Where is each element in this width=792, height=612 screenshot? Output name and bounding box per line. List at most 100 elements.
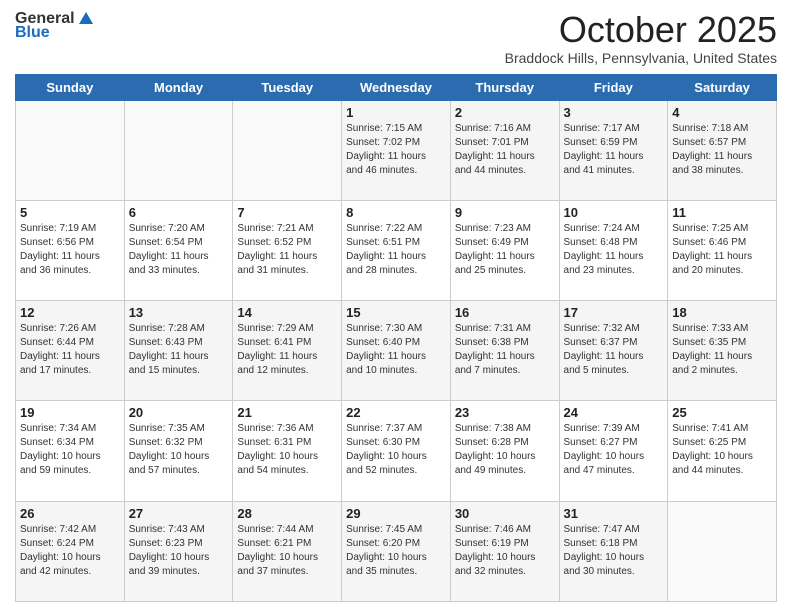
day-number: 9 — [455, 205, 555, 220]
day-info: Sunrise: 7:33 AMSunset: 6:35 PMDaylight:… — [672, 322, 772, 378]
day-info: Sunrise: 7:22 AMSunset: 6:51 PMDaylight:… — [346, 222, 446, 278]
calendar-week-row: 19Sunrise: 7:34 AMSunset: 6:34 PMDayligh… — [16, 401, 777, 501]
calendar-cell: 11Sunrise: 7:25 AMSunset: 6:46 PMDayligh… — [668, 200, 777, 300]
calendar-cell: 19Sunrise: 7:34 AMSunset: 6:34 PMDayligh… — [16, 401, 125, 501]
calendar-cell: 1 Sunrise: 7:15 AMSunset: 7:02 PMDaylight… — [342, 100, 451, 200]
day-number: 27 — [129, 506, 229, 521]
title-section: October 2025 Braddock Hills, Pennsylvani… — [505, 10, 777, 66]
calendar-header-row: SundayMondayTuesdayWednesdayThursdayFrid… — [16, 74, 777, 100]
calendar-cell: 20 Sunrise: 7:35 AMSunset: 6:32 PMDayligh… — [124, 401, 233, 501]
day-info: Sunrise: 7:46 AMSunset: 6:19 PMDaylight:… — [455, 523, 555, 579]
day-info: Sunrise: 7:24 AMSunset: 6:48 PMDaylight:… — [564, 222, 664, 278]
day-number: 29 — [346, 506, 446, 521]
day-info: Sunrise: 7:47 AMSunset: 6:18 PMDaylight:… — [564, 523, 664, 579]
calendar-cell: 26Sunrise: 7:42 AMSunset: 6:24 PMDayligh… — [16, 501, 125, 601]
day-info: Sunrise: 7:38 AMSunset: 6:28 PMDaylight:… — [455, 422, 555, 478]
calendar-cell: 7Sunrise: 7:21 AMSunset: 6:52 PMDaylight… — [233, 200, 342, 300]
day-info: Sunrise: 7:43 AMSunset: 6:23 PMDaylight:… — [129, 523, 229, 579]
day-number: 2 — [455, 105, 555, 120]
day-header-wednesday: Wednesday — [342, 74, 451, 100]
day-info: Sunrise: 7:32 AMSunset: 6:37 PMDaylight:… — [564, 322, 664, 378]
day-number: 7 — [237, 205, 337, 220]
calendar-cell: 9 Sunrise: 7:23 AMSunset: 6:49 PMDaylight… — [450, 200, 559, 300]
day-number: 28 — [237, 506, 337, 521]
calendar-cell — [668, 501, 777, 601]
day-info: Sunrise: 7:45 AMSunset: 6:20 PMDaylight:… — [346, 523, 446, 579]
day-number: 19 — [20, 405, 120, 420]
day-number: 15 — [346, 305, 446, 320]
calendar-cell: 28 Sunrise: 7:44 AMSunset: 6:21 PMDayligh… — [233, 501, 342, 601]
day-info: Sunrise: 7:23 AMSunset: 6:49 PMDaylight:… — [455, 222, 555, 278]
day-number: 8 — [346, 205, 446, 220]
day-number: 20 — [129, 405, 229, 420]
day-number: 23 — [455, 405, 555, 420]
calendar-cell: 2 Sunrise: 7:16 AMSunset: 7:01 PMDaylight… — [450, 100, 559, 200]
day-number: 30 — [455, 506, 555, 521]
calendar-cell: 15 Sunrise: 7:30 AMSunset: 6:40 PMDayligh… — [342, 301, 451, 401]
day-info: Sunrise: 7:18 AMSunset: 6:57 PMDaylight:… — [672, 122, 772, 178]
day-number: 17 — [564, 305, 664, 320]
day-info: Sunrise: 7:37 AMSunset: 6:30 PMDaylight:… — [346, 422, 446, 478]
day-number: 5 — [20, 205, 120, 220]
calendar-cell: 22 Sunrise: 7:37 AMSunset: 6:30 PMDayligh… — [342, 401, 451, 501]
day-number: 3 — [564, 105, 664, 120]
calendar-cell: 21Sunrise: 7:36 AMSunset: 6:31 PMDayligh… — [233, 401, 342, 501]
calendar-cell: 6Sunrise: 7:20 AMSunset: 6:54 PMDaylight… — [124, 200, 233, 300]
day-number: 18 — [672, 305, 772, 320]
day-info: Sunrise: 7:28 AMSunset: 6:43 PMDaylight:… — [129, 322, 229, 378]
day-number: 21 — [237, 405, 337, 420]
day-number: 12 — [20, 305, 120, 320]
day-number: 6 — [129, 205, 229, 220]
day-info: Sunrise: 7:31 AMSunset: 6:38 PMDaylight:… — [455, 322, 555, 378]
calendar-week-row: 1 Sunrise: 7:15 AMSunset: 7:02 PMDaylight… — [16, 100, 777, 200]
day-number: 10 — [564, 205, 664, 220]
day-info: Sunrise: 7:17 AMSunset: 6:59 PMDaylight:… — [564, 122, 664, 178]
day-number: 16 — [455, 305, 555, 320]
calendar-cell: 10 Sunrise: 7:24 AMSunset: 6:48 PMDayligh… — [559, 200, 668, 300]
calendar-cell: 29 Sunrise: 7:45 AMSunset: 6:20 PMDayligh… — [342, 501, 451, 601]
day-info: Sunrise: 7:19 AMSunset: 6:56 PMDaylight:… — [20, 222, 120, 278]
calendar-table: SundayMondayTuesdayWednesdayThursdayFrid… — [15, 74, 777, 602]
day-number: 1 — [346, 105, 446, 120]
calendar-cell: 31 Sunrise: 7:47 AMSunset: 6:18 PMDayligh… — [559, 501, 668, 601]
day-number: 31 — [564, 506, 664, 521]
day-number: 14 — [237, 305, 337, 320]
calendar-cell: 12Sunrise: 7:26 AMSunset: 6:44 PMDayligh… — [16, 301, 125, 401]
calendar-cell: 25 Sunrise: 7:41 AMSunset: 6:25 PMDayligh… — [668, 401, 777, 501]
calendar-cell: 30 Sunrise: 7:46 AMSunset: 6:19 PMDayligh… — [450, 501, 559, 601]
day-info: Sunrise: 7:41 AMSunset: 6:25 PMDaylight:… — [672, 422, 772, 478]
calendar-cell: 4 Sunrise: 7:18 AMSunset: 6:57 PMDaylight… — [668, 100, 777, 200]
day-info: Sunrise: 7:39 AMSunset: 6:27 PMDaylight:… — [564, 422, 664, 478]
day-info: Sunrise: 7:42 AMSunset: 6:24 PMDaylight:… — [20, 523, 120, 579]
logo-icon — [77, 10, 95, 28]
day-header-sunday: Sunday — [16, 74, 125, 100]
calendar-cell — [16, 100, 125, 200]
calendar-cell — [124, 100, 233, 200]
day-info: Sunrise: 7:44 AMSunset: 6:21 PMDaylight:… — [237, 523, 337, 579]
calendar-cell: 13 Sunrise: 7:28 AMSunset: 6:43 PMDayligh… — [124, 301, 233, 401]
day-info: Sunrise: 7:15 AMSunset: 7:02 PMDaylight:… — [346, 122, 446, 178]
calendar-cell: 3 Sunrise: 7:17 AMSunset: 6:59 PMDaylight… — [559, 100, 668, 200]
day-number: 25 — [672, 405, 772, 420]
calendar-cell: 8 Sunrise: 7:22 AMSunset: 6:51 PMDaylight… — [342, 200, 451, 300]
calendar-cell: 5 Sunrise: 7:19 AMSunset: 6:56 PMDaylight… — [16, 200, 125, 300]
header: General Blue October 2025 Braddock Hills… — [15, 10, 777, 66]
calendar-cell: 23 Sunrise: 7:38 AMSunset: 6:28 PMDayligh… — [450, 401, 559, 501]
day-number: 4 — [672, 105, 772, 120]
calendar-week-row: 12Sunrise: 7:26 AMSunset: 6:44 PMDayligh… — [16, 301, 777, 401]
calendar-cell: 27 Sunrise: 7:43 AMSunset: 6:23 PMDayligh… — [124, 501, 233, 601]
calendar-cell: 16 Sunrise: 7:31 AMSunset: 6:38 PMDayligh… — [450, 301, 559, 401]
calendar-cell: 24Sunrise: 7:39 AMSunset: 6:27 PMDayligh… — [559, 401, 668, 501]
day-header-thursday: Thursday — [450, 74, 559, 100]
day-info: Sunrise: 7:35 AMSunset: 6:32 PMDaylight:… — [129, 422, 229, 478]
day-header-monday: Monday — [124, 74, 233, 100]
day-info: Sunrise: 7:30 AMSunset: 6:40 PMDaylight:… — [346, 322, 446, 378]
page: General Blue October 2025 Braddock Hills… — [0, 0, 792, 612]
calendar-cell: 14Sunrise: 7:29 AMSunset: 6:41 PMDayligh… — [233, 301, 342, 401]
day-number: 22 — [346, 405, 446, 420]
day-number: 13 — [129, 305, 229, 320]
day-info: Sunrise: 7:16 AMSunset: 7:01 PMDaylight:… — [455, 122, 555, 178]
logo: General Blue — [15, 10, 95, 42]
day-number: 11 — [672, 205, 772, 220]
day-header-friday: Friday — [559, 74, 668, 100]
